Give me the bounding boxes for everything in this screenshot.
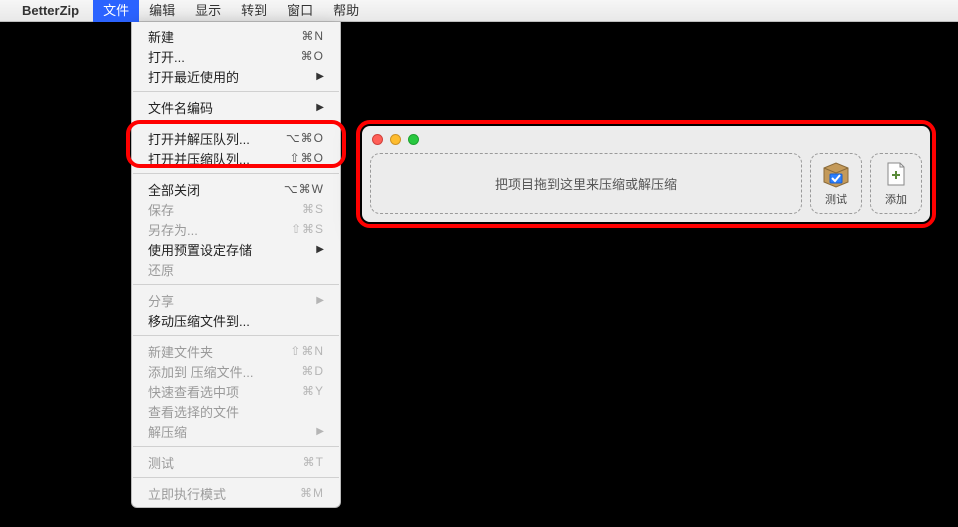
button-label: 测试 bbox=[825, 191, 847, 207]
menuitem-label: 打开... bbox=[148, 47, 185, 66]
menuitem-label: 全部关闭 bbox=[148, 180, 200, 199]
menuitem-label: 移动压缩文件到... bbox=[148, 311, 250, 330]
menu-separator bbox=[133, 284, 339, 285]
menuitem-quicklook: 快速查看选中项 ⌘Y bbox=[132, 381, 340, 401]
menuitem-view-selected: 查看选择的文件 bbox=[132, 401, 340, 421]
minimize-window-button[interactable] bbox=[390, 134, 401, 145]
menuitem-label: 解压缩 bbox=[148, 422, 187, 441]
menuitem-shortcut: ⇧⌘N bbox=[290, 344, 324, 358]
menuitem-immediate-mode: 立即执行模式 ⌘M bbox=[132, 483, 340, 503]
menuitem-shortcut: ⇧⌘O bbox=[290, 151, 324, 165]
menuitem-label: 打开最近使用的 bbox=[148, 67, 239, 86]
menuitem-new[interactable]: 新建 ⌘N bbox=[132, 26, 340, 46]
menuitem-label: 保存 bbox=[148, 200, 174, 219]
menuitem-save: 保存 ⌘S bbox=[132, 199, 340, 219]
menu-window[interactable]: 窗口 bbox=[277, 0, 323, 22]
menuitem-shortcut: ⌘T bbox=[303, 455, 324, 469]
menuitem-filename-encoding[interactable]: 文件名编码 ▶ bbox=[132, 97, 340, 117]
menuitem-open[interactable]: 打开... ⌘O bbox=[132, 46, 340, 66]
dropzone[interactable]: 把项目拖到这里来压缩或解压缩 bbox=[370, 153, 802, 214]
menuitem-shortcut: ⌘D bbox=[301, 364, 324, 378]
menu-separator bbox=[133, 446, 339, 447]
menuitem-extract: 解压缩 ▶ bbox=[132, 421, 340, 441]
menuitem-shortcut: ⌘Y bbox=[302, 384, 324, 398]
menu-separator bbox=[133, 91, 339, 92]
chevron-right-icon: ▶ bbox=[316, 426, 324, 437]
zoom-window-button[interactable] bbox=[408, 134, 419, 145]
menuitem-label: 新建文件夹 bbox=[148, 342, 213, 361]
menuitem-save-with-preset[interactable]: 使用预置设定存储 ▶ bbox=[132, 239, 340, 259]
menu-separator bbox=[133, 122, 339, 123]
menuitem-move-archive-to[interactable]: 移动压缩文件到... bbox=[132, 310, 340, 330]
menu-file[interactable]: 文件 bbox=[93, 0, 139, 22]
menu-help[interactable]: 帮助 bbox=[323, 0, 369, 22]
menuitem-label: 立即执行模式 bbox=[148, 484, 226, 503]
menu-view[interactable]: 显示 bbox=[185, 0, 231, 22]
document-plus-icon bbox=[881, 160, 911, 188]
menuitem-shortcut: ⌘O bbox=[301, 49, 324, 63]
menuitem-label: 还原 bbox=[148, 260, 174, 279]
menuitem-label: 打开并压缩队列... bbox=[148, 149, 250, 168]
menuitem-label: 分享 bbox=[148, 291, 174, 310]
menuitem-label: 添加到 压缩文件... bbox=[148, 362, 253, 381]
chevron-right-icon: ▶ bbox=[316, 295, 324, 306]
menuitem-shortcut: ⌘S bbox=[302, 202, 324, 216]
menuitem-shortcut: ⌥⌘W bbox=[284, 182, 324, 196]
menu-separator bbox=[133, 173, 339, 174]
menuitem-test: 测试 ⌘T bbox=[132, 452, 340, 472]
menuitem-share: 分享 ▶ bbox=[132, 290, 340, 310]
menu-separator bbox=[133, 477, 339, 478]
close-window-button[interactable] bbox=[372, 134, 383, 145]
menuitem-label: 新建 bbox=[148, 27, 174, 46]
menuitem-close-all[interactable]: 全部关闭 ⌥⌘W bbox=[132, 179, 340, 199]
window-controls bbox=[372, 134, 419, 145]
menu-edit[interactable]: 编辑 bbox=[139, 0, 185, 22]
chevron-right-icon: ▶ bbox=[316, 71, 324, 82]
menuitem-open-recent[interactable]: 打开最近使用的 ▶ bbox=[132, 66, 340, 86]
menubar: BetterZip 文件 编辑 显示 转到 窗口 帮助 bbox=[0, 0, 958, 22]
add-button[interactable]: 添加 bbox=[870, 153, 922, 214]
file-menu-dropdown: 新建 ⌘N 打开... ⌘O 打开最近使用的 ▶ 文件名编码 ▶ 打开并解压队列… bbox=[131, 22, 341, 508]
menuitem-label: 另存为... bbox=[148, 220, 198, 239]
menuitem-shortcut: ⌥⌘O bbox=[286, 131, 324, 145]
menuitem-shortcut: ⌘M bbox=[300, 486, 324, 500]
menuitem-save-as: 另存为... ⇧⌘S bbox=[132, 219, 340, 239]
menu-separator bbox=[133, 335, 339, 336]
box-check-icon bbox=[821, 160, 851, 188]
chevron-right-icon: ▶ bbox=[316, 102, 324, 113]
menuitem-label: 快速查看选中项 bbox=[148, 382, 239, 401]
menuitem-shortcut: ⌘N bbox=[301, 29, 324, 43]
dropzone-label: 把项目拖到这里来压缩或解压缩 bbox=[495, 174, 677, 193]
menuitem-label: 使用预置设定存储 bbox=[148, 240, 252, 259]
app-window: 把项目拖到这里来压缩或解压缩 测试 bbox=[362, 126, 930, 222]
menuitem-label: 文件名编码 bbox=[148, 98, 213, 117]
menu-go[interactable]: 转到 bbox=[231, 0, 277, 22]
menuitem-add-to-archive: 添加到 压缩文件... ⌘D bbox=[132, 361, 340, 381]
menuitem-label: 打开并解压队列... bbox=[148, 129, 250, 148]
menuitem-open-compress-queue[interactable]: 打开并压缩队列... ⇧⌘O bbox=[132, 148, 340, 168]
menuitem-label: 查看选择的文件 bbox=[148, 402, 239, 421]
button-label: 添加 bbox=[885, 191, 907, 207]
menuitem-label: 测试 bbox=[148, 453, 174, 472]
menuitem-new-folder: 新建文件夹 ⇧⌘N bbox=[132, 341, 340, 361]
menuitem-revert: 还原 bbox=[132, 259, 340, 279]
menuitem-shortcut: ⇧⌘S bbox=[291, 222, 324, 236]
app-menu[interactable]: BetterZip bbox=[22, 3, 79, 18]
chevron-right-icon: ▶ bbox=[316, 244, 324, 255]
menuitem-open-extract-queue[interactable]: 打开并解压队列... ⌥⌘O bbox=[132, 128, 340, 148]
test-button[interactable]: 测试 bbox=[810, 153, 862, 214]
window-toolbar: 把项目拖到这里来压缩或解压缩 测试 bbox=[370, 153, 922, 214]
